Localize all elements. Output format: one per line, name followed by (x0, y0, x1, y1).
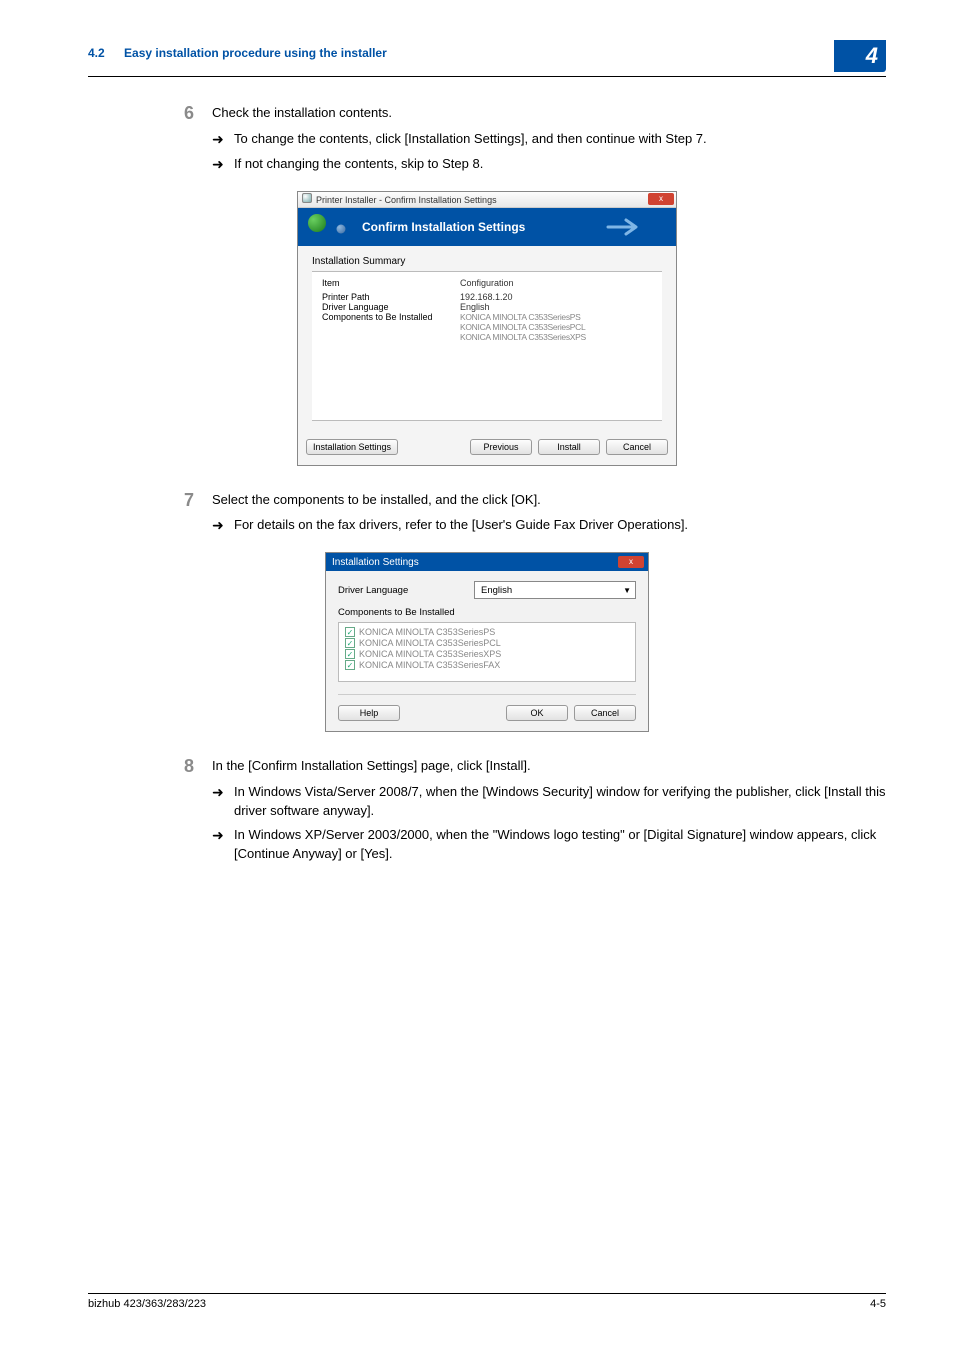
section-number: 4.2 (88, 46, 105, 60)
step-sub: For details on the fax drivers, refer to… (234, 515, 886, 536)
footer-page-number: 4-5 (870, 1298, 886, 1310)
step-7: 7 Select the components to be installed,… (88, 490, 886, 547)
arrow-icon: ➜ (212, 825, 234, 864)
section-heading: 4.2 Easy installation procedure using th… (88, 40, 387, 60)
window-titlebar: Printer Installer - Confirm Installation… (298, 192, 676, 208)
step-sub: To change the contents, click [Installat… (234, 129, 886, 150)
help-button[interactable]: Help (338, 705, 400, 721)
ok-button[interactable]: OK (506, 705, 568, 721)
window-titlebar: Installation Settings x (326, 553, 648, 571)
driver-language-select[interactable]: English ▼ (474, 581, 636, 599)
row-label: Driver Language (322, 302, 452, 312)
component-item: KONICA MINOLTA C353SeriesPCL (359, 638, 501, 648)
step-sub: If not changing the contents, skip to St… (234, 154, 886, 175)
col-header-item: Item (322, 278, 452, 288)
checkbox[interactable]: ✓ (345, 649, 355, 659)
step-bubble-icon (337, 224, 346, 233)
close-icon[interactable]: x (618, 556, 644, 568)
install-button[interactable]: Install (538, 439, 600, 455)
footer-model: bizhub 423/363/283/223 (88, 1298, 206, 1310)
section-title: Easy installation procedure using the in… (124, 46, 387, 60)
arrow-icon: ➜ (212, 782, 234, 821)
confirm-install-dialog: Printer Installer - Confirm Installation… (297, 191, 677, 466)
arrow-icon: ➜ (212, 515, 234, 536)
cancel-button[interactable]: Cancel (574, 705, 636, 721)
arrow-icon: ➜ (212, 154, 234, 175)
col-header-config: Configuration (460, 278, 652, 288)
chapter-number: 4 (866, 43, 878, 69)
cancel-button[interactable]: Cancel (606, 439, 668, 455)
forward-arrow-icon (606, 216, 646, 238)
arrow-icon: ➜ (212, 129, 234, 150)
checkbox[interactable]: ✓ (345, 638, 355, 648)
row-value: English (460, 302, 652, 312)
step-text: Select the components to be installed, a… (212, 490, 886, 510)
step-8: 8 In the [Confirm Installation Settings]… (88, 756, 886, 874)
step-sub: In Windows Vista/Server 2008/7, when the… (234, 782, 886, 821)
previous-button[interactable]: Previous (470, 439, 532, 455)
chevron-down-icon: ▼ (623, 586, 631, 595)
checkbox[interactable]: ✓ (345, 627, 355, 637)
banner-title: Confirm Installation Settings (362, 220, 525, 234)
step-6: 6 Check the installation contents. ➜ To … (88, 103, 886, 185)
checkbox[interactable]: ✓ (345, 660, 355, 670)
component-item: KONICA MINOLTA C353SeriesPS (359, 627, 495, 637)
summary-label: Installation Summary (312, 256, 662, 267)
chapter-badge: 4 (834, 40, 886, 72)
step-text: Check the installation contents. (212, 103, 886, 123)
page-header: 4.2 Easy installation procedure using th… (88, 40, 886, 77)
step-text: In the [Confirm Installation Settings] p… (212, 756, 886, 776)
window-title: Printer Installer - Confirm Installation… (316, 195, 497, 205)
select-value: English (481, 585, 512, 596)
step-bubble-icon (308, 214, 326, 232)
component-item: KONICA MINOLTA C353SeriesPS (460, 312, 652, 322)
installation-settings-dialog: Installation Settings x Driver Language … (325, 552, 649, 732)
driver-language-label: Driver Language (338, 585, 474, 596)
components-label: Components to Be Installed (338, 607, 636, 618)
step-number: 7 (88, 490, 212, 547)
dialog-banner: Confirm Installation Settings (298, 208, 676, 246)
row-label: Printer Path (322, 292, 452, 302)
app-icon (302, 193, 312, 203)
step-sub: In Windows XP/Server 2003/2000, when the… (234, 825, 886, 864)
component-item: KONICA MINOLTA C353SeriesFAX (359, 660, 500, 670)
component-item: KONICA MINOLTA C353SeriesPCL (460, 322, 652, 332)
components-list: ✓ KONICA MINOLTA C353SeriesPS ✓ KONICA MIN… (338, 622, 636, 682)
installation-settings-button[interactable]: Installation Settings (306, 439, 398, 455)
component-item: KONICA MINOLTA C353SeriesXPS (460, 332, 652, 342)
row-label: Components to Be Installed (322, 312, 452, 342)
step-number: 8 (88, 756, 212, 874)
window-title: Installation Settings (332, 557, 419, 568)
page-footer: bizhub 423/363/283/223 4-5 (88, 1293, 886, 1310)
component-item: KONICA MINOLTA C353SeriesXPS (359, 649, 501, 659)
step-number: 6 (88, 103, 212, 185)
row-value: 192.168.1.20 (460, 292, 652, 302)
close-icon[interactable]: x (648, 193, 674, 205)
